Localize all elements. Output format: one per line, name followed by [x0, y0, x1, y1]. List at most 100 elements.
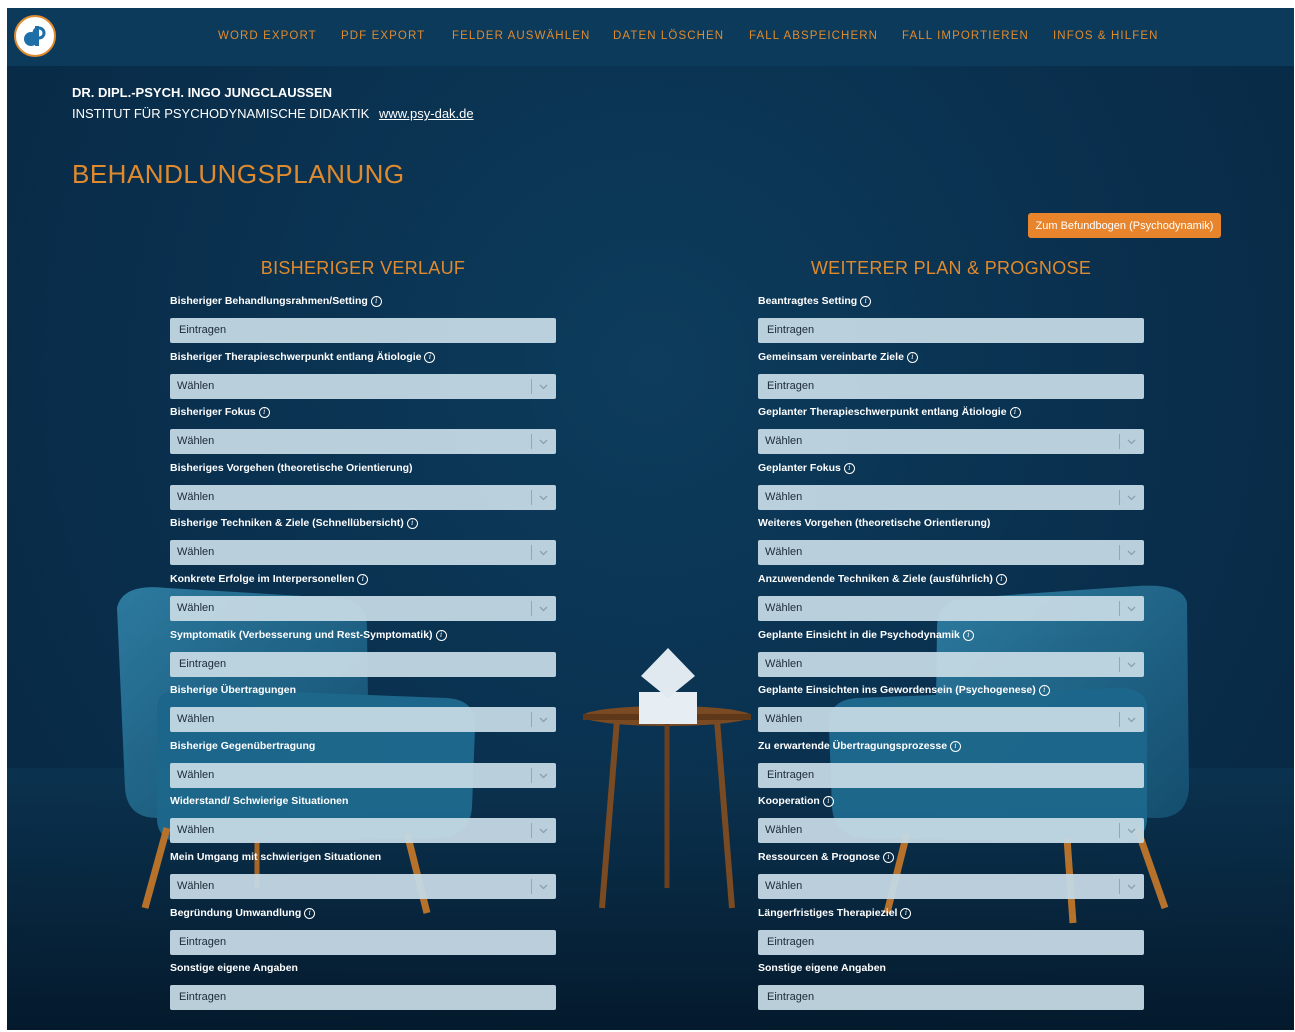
select-dropdown[interactable]: Wählen	[170, 374, 556, 399]
info-icon[interactable]: i	[950, 740, 962, 752]
field-label-text: Bisheriges Vorgehen (theoretische Orient…	[170, 462, 413, 474]
institute-name: INSTITUT FÜR PSYCHODYNAMISCHE DIDAKTIK	[72, 106, 370, 121]
info-icon[interactable]: i	[962, 629, 974, 641]
psy-dak-logo[interactable]	[14, 15, 56, 57]
select-dropdown[interactable]: Wählen	[170, 596, 556, 621]
info-icon[interactable]: i	[882, 851, 894, 863]
nav-pdf-export[interactable]: PDF EXPORT	[341, 30, 425, 42]
select-dropdown[interactable]: Wählen	[170, 763, 556, 788]
left-field-bisherige-techniken-ziele-schnellubersicht: Bisherige Techniken & Ziele (Schnellüber…	[170, 516, 556, 565]
website-link[interactable]: www.psy-dak.de	[379, 106, 474, 121]
info-icon[interactable]: i	[906, 351, 918, 363]
select-dropdown[interactable]: Wählen	[758, 707, 1144, 732]
chevron-down-icon[interactable]	[537, 596, 549, 621]
select-dropdown[interactable]: Wählen	[758, 429, 1144, 454]
nav-word-export[interactable]: WORD EXPORT	[218, 30, 317, 42]
info-icon[interactable]: i	[406, 517, 418, 529]
info-icon[interactable]: i	[304, 907, 316, 919]
befundbogen-button[interactable]: Zum Befundbogen (Psychodynamik)	[1028, 213, 1221, 238]
select-dropdown[interactable]: Wählen	[758, 818, 1144, 843]
chevron-down-icon[interactable]	[1125, 540, 1137, 565]
right-field-anzuwendende-techniken-ziele-ausfuhrlich: Anzuwendende Techniken & Ziele (ausführl…	[758, 572, 1144, 621]
select-dropdown[interactable]: Wählen	[758, 485, 1144, 510]
text-input[interactable]: Eintragen	[758, 318, 1144, 343]
left-field-konkrete-erfolge-im-interpersonellen: Konkrete Erfolge im Interpersonellen i Wäh…	[170, 572, 556, 621]
text-input[interactable]: Eintragen	[758, 985, 1144, 1010]
info-icon[interactable]: i	[424, 351, 436, 363]
text-input[interactable]: Eintragen	[170, 985, 556, 1010]
nav-felder-auswaehlen[interactable]: FELDER AUSWÄHLEN	[452, 30, 590, 42]
select-dropdown[interactable]: Wählen	[170, 707, 556, 732]
field-label: Beantragtes Setting i	[758, 294, 1144, 308]
nav-fall-importieren[interactable]: FALL IMPORTIEREN	[902, 30, 1029, 42]
select-dropdown[interactable]: Wählen	[170, 874, 556, 899]
select-dropdown[interactable]: Wählen	[758, 596, 1144, 621]
field-label-text: Zu erwartende Übertragungsprozesse	[758, 740, 948, 752]
info-icon[interactable]: i	[357, 573, 369, 585]
chevron-down-icon[interactable]	[1125, 596, 1137, 621]
select-placeholder: Wählen	[177, 491, 215, 503]
text-input[interactable]: Eintragen	[758, 763, 1144, 788]
chevron-down-icon[interactable]	[537, 540, 549, 565]
chevron-down-icon[interactable]	[537, 374, 549, 399]
text-input[interactable]: Eintragen	[170, 318, 556, 343]
field-label: Kooperation i	[758, 794, 1144, 808]
info-icon[interactable]: i	[822, 795, 834, 807]
field-label-text: Symptomatik (Verbesserung und Rest-Sympt…	[170, 629, 433, 641]
select-dropdown[interactable]: Wählen	[758, 540, 1144, 565]
info-icon[interactable]: i	[258, 406, 270, 418]
info-icon[interactable]: i	[370, 295, 382, 307]
logo-icon	[24, 26, 46, 46]
select-separator	[1119, 434, 1120, 449]
chevron-down-icon[interactable]	[537, 763, 549, 788]
field-label-text: Ressourcen & Prognose	[758, 851, 880, 863]
chevron-down-icon[interactable]	[537, 818, 549, 843]
select-placeholder: Wählen	[177, 546, 215, 558]
text-input[interactable]: Eintragen	[758, 374, 1144, 399]
info-icon[interactable]: i	[860, 295, 872, 307]
text-input[interactable]: Eintragen	[758, 930, 1144, 955]
select-dropdown[interactable]: Wählen	[758, 874, 1144, 899]
chevron-down-icon[interactable]	[1125, 707, 1137, 732]
field-label-text: Bisheriger Fokus	[170, 406, 256, 418]
info-icon[interactable]: i	[435, 629, 447, 641]
right-field-ressourcen-prognose: Ressourcen & Prognose i Wählen	[758, 850, 1144, 899]
info-icon[interactable]: i	[995, 573, 1007, 585]
info-icon[interactable]: i	[843, 462, 855, 474]
info-icon[interactable]: i	[1038, 684, 1050, 696]
nav-infos-hilfen[interactable]: INFOS & HILFEN	[1053, 30, 1159, 42]
input-placeholder: Eintragen	[179, 936, 227, 948]
field-label: Zu erwartende Übertragungsprozesse i	[758, 739, 1144, 753]
chevron-down-icon[interactable]	[1125, 485, 1137, 510]
select-dropdown[interactable]: Wählen	[170, 429, 556, 454]
chevron-down-icon[interactable]	[537, 707, 549, 732]
input-placeholder: Eintragen	[767, 936, 815, 948]
field-label: Geplante Einsicht in die Psychodynamik i	[758, 628, 1144, 642]
field-label-text: Gemeinsam vereinbarte Ziele	[758, 351, 904, 363]
select-dropdown[interactable]: Wählen	[170, 540, 556, 565]
chevron-down-icon[interactable]	[1125, 429, 1137, 454]
field-label-text: Geplanter Therapieschwerpunkt entlang Ät…	[758, 406, 1007, 418]
chevron-down-icon[interactable]	[1125, 652, 1137, 677]
select-placeholder: Wählen	[177, 880, 215, 892]
info-icon[interactable]: i	[900, 907, 912, 919]
field-label: Symptomatik (Verbesserung und Rest-Sympt…	[170, 628, 556, 642]
input-placeholder: Eintragen	[767, 769, 815, 781]
field-label-text: Konkrete Erfolge im Interpersonellen	[170, 573, 355, 585]
text-input[interactable]: Eintragen	[170, 930, 556, 955]
left-field-bisherige-ubertragungen: Bisherige Übertragungen Wählen	[170, 683, 556, 732]
nav-daten-loeschen[interactable]: DATEN LÖSCHEN	[613, 30, 724, 42]
chevron-down-icon[interactable]	[537, 485, 549, 510]
chevron-down-icon[interactable]	[537, 874, 549, 899]
select-dropdown[interactable]: Wählen	[170, 818, 556, 843]
select-dropdown[interactable]: Wählen	[170, 485, 556, 510]
select-dropdown[interactable]: Wählen	[758, 652, 1144, 677]
chevron-down-icon[interactable]	[1125, 818, 1137, 843]
field-label-text: Kooperation	[758, 795, 820, 807]
chevron-down-icon[interactable]	[537, 429, 549, 454]
select-placeholder: Wählen	[177, 713, 215, 725]
text-input[interactable]: Eintragen	[170, 652, 556, 677]
info-icon[interactable]: i	[1009, 406, 1021, 418]
nav-fall-abspeichern[interactable]: FALL ABSPEICHERN	[749, 30, 878, 42]
chevron-down-icon[interactable]	[1125, 874, 1137, 899]
